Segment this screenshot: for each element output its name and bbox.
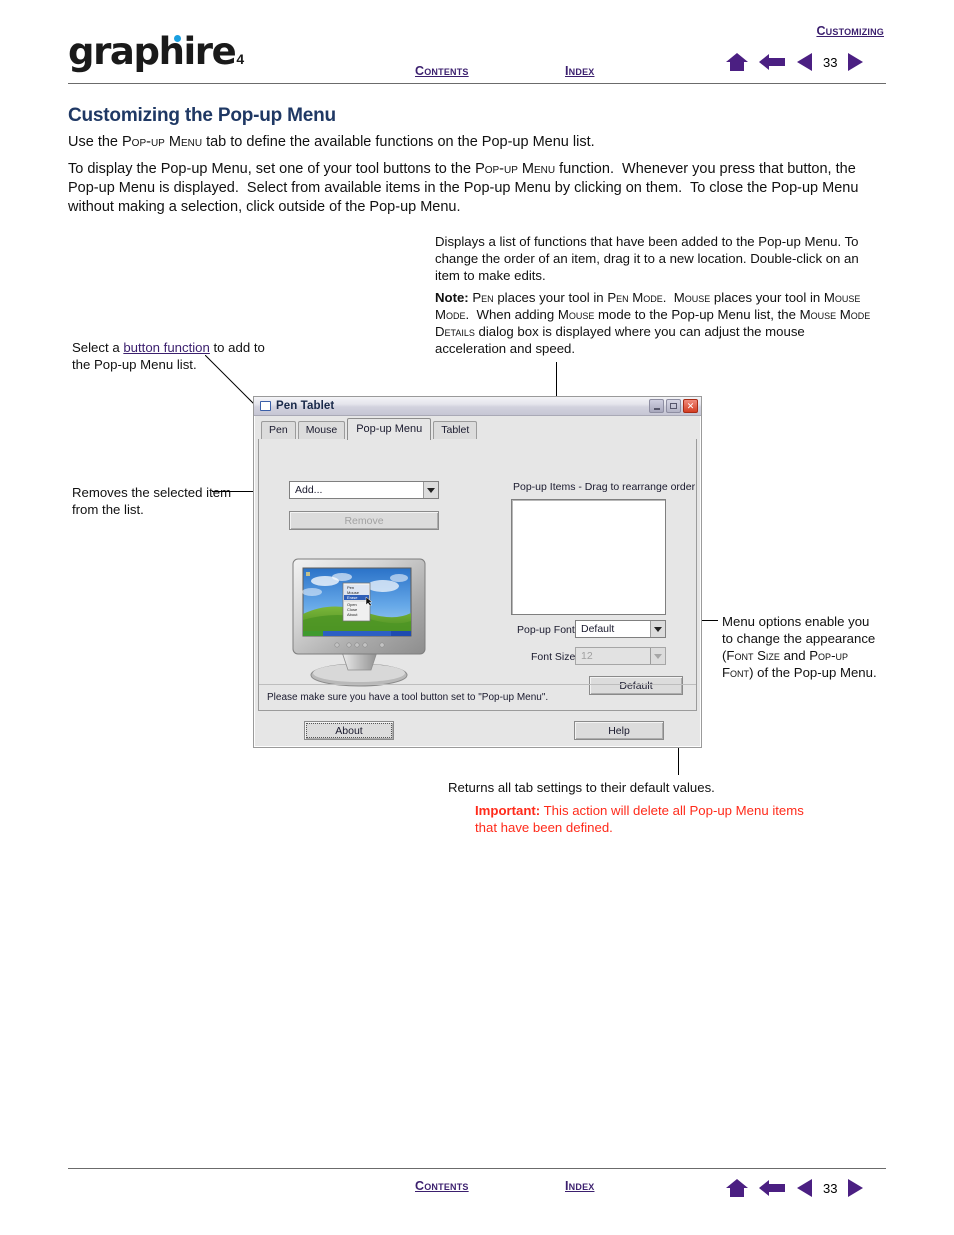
pen-tablet-dialog: Pen Tablet ✕ Pen Mouse Pop-up Menu Table… — [253, 396, 702, 748]
popup-items-label: Pop-up Items - Drag to rearrange order — [513, 481, 696, 493]
button-function-link[interactable]: button function — [123, 340, 210, 355]
next-page-icon[interactable] — [847, 1178, 864, 1198]
header-section-label[interactable]: Customizing — [816, 24, 884, 38]
tab-tablet[interactable]: Tablet — [433, 420, 478, 439]
annotation-important: Important: This action will delete all P… — [475, 803, 804, 836]
footer-page-number: 33 — [823, 1180, 838, 1196]
font-size-label: Font Size — [531, 651, 576, 663]
maximize-button[interactable] — [666, 399, 681, 413]
chevron-down-icon[interactable] — [423, 482, 438, 498]
font-size-dropdown[interactable]: 12 — [575, 647, 666, 665]
header-divider — [68, 83, 886, 84]
graphire-logo: graphire 4 — [68, 33, 244, 70]
dialog-tabstrip: Pen Mouse Pop-up Menu Tablet — [258, 418, 697, 440]
dialog-titlebar[interactable]: Pen Tablet ✕ — [254, 397, 701, 416]
svg-text:Erase: Erase — [347, 595, 358, 600]
header-index-link[interactable]: Index — [565, 62, 594, 80]
header-contents-link[interactable]: Contents — [415, 62, 469, 80]
about-button[interactable]: About — [304, 721, 394, 740]
page-root: Customizing graphire 4 Contents Index 33 … — [0, 0, 954, 1235]
dialog-title: Pen Tablet — [276, 400, 335, 412]
header-page-number: 33 — [823, 54, 838, 70]
remove-button[interactable]: Remove — [289, 511, 439, 530]
help-button[interactable]: Help — [574, 721, 664, 740]
logo-wordmark: graphire — [68, 30, 237, 73]
tab-popup-menu[interactable]: Pop-up Menu — [347, 418, 432, 440]
previous-page-icon[interactable] — [796, 1178, 813, 1198]
chevron-down-icon[interactable] — [650, 648, 665, 664]
intro-paragraph-2: To display the Pop-up Menu, set one of y… — [68, 161, 859, 216]
back-arrow-icon[interactable] — [759, 1178, 786, 1198]
page-title: Customizing the Pop-up Menu — [68, 105, 336, 126]
add-function-dropdown[interactable]: Add... — [289, 481, 439, 499]
previous-page-icon[interactable] — [796, 52, 813, 72]
chevron-down-icon[interactable] — [650, 621, 665, 637]
dialog-footer: About Help — [258, 711, 697, 749]
annotation-menu-options: Menu options enable you to change the ap… — [722, 614, 877, 681]
close-button[interactable]: ✕ — [683, 399, 698, 413]
logo-dot-icon — [174, 35, 181, 42]
window-controls: ✕ — [649, 399, 698, 413]
home-icon[interactable] — [725, 1178, 749, 1198]
annotation-note: Note: Pen places your tool in Pen Mode. … — [435, 290, 871, 357]
home-icon[interactable] — [725, 52, 749, 72]
annotation-popup-list: Displays a list of functions that have b… — [435, 234, 859, 284]
footer-nav-icons: 33 — [725, 1178, 864, 1198]
popup-items-listbox[interactable] — [511, 499, 666, 615]
popup-menu-panel: Add... Remove Pen Mouse Erase Open Close… — [258, 439, 697, 711]
footer-index-link[interactable]: Index — [565, 1177, 594, 1195]
annotation-important-label: Important: — [475, 803, 541, 818]
footer-contents-link[interactable]: Contents — [415, 1177, 469, 1195]
footer-divider — [68, 1168, 886, 1169]
tab-pen[interactable]: Pen — [261, 420, 296, 439]
monitor-preview: Pen Mouse Erase Open Close About — [287, 556, 432, 689]
popup-font-label: Pop-up Font — [517, 624, 575, 636]
tab-mouse[interactable]: Mouse — [297, 420, 346, 439]
popup-font-dropdown[interactable]: Default — [575, 620, 666, 638]
annotation-remove: Removes the selected item from the list. — [72, 485, 232, 518]
annotation-note-label: Note: — [435, 290, 469, 305]
annotation-returns-defaults: Returns all tab settings to their defaul… — [448, 780, 715, 795]
logo-version: 4 — [236, 51, 245, 67]
header-nav-icons: 33 — [725, 52, 864, 72]
minimize-button[interactable] — [649, 399, 664, 413]
window-icon — [260, 401, 271, 411]
dialog-body: Pen Mouse Pop-up Menu Tablet Add... Remo… — [254, 416, 701, 753]
back-arrow-icon[interactable] — [759, 52, 786, 72]
dialog-status-text: Please make sure you have a tool button … — [259, 684, 696, 710]
next-page-icon[interactable] — [847, 52, 864, 72]
intro-paragraph-1: Use the Pop-up Menu tab to define the av… — [68, 134, 595, 150]
svg-text:About: About — [347, 612, 358, 617]
